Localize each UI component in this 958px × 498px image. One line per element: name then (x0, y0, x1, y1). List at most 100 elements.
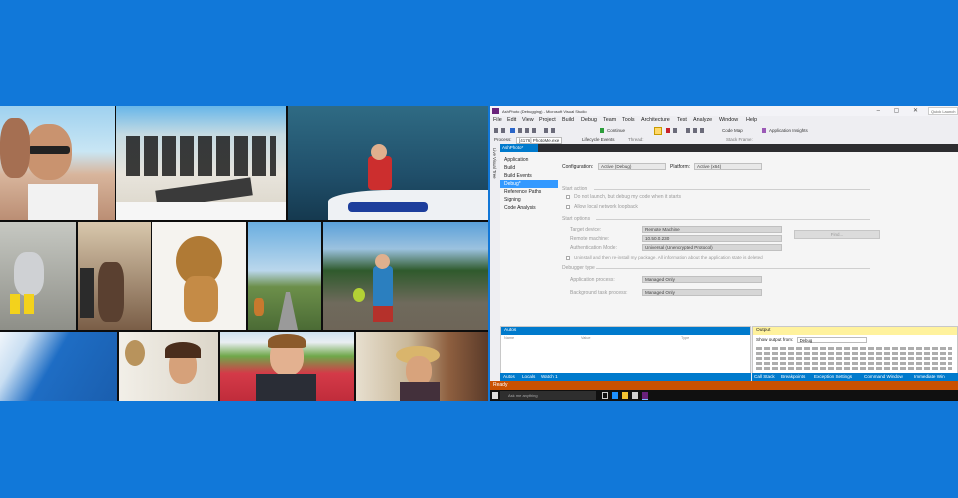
tab-call-stack[interactable]: Call Stack (754, 374, 775, 379)
allow-loopback-checkbox[interactable] (566, 205, 570, 209)
menu-project[interactable]: Project (539, 117, 556, 123)
undo-icon[interactable] (544, 128, 548, 133)
continue-button[interactable]: Continue (607, 128, 625, 133)
document-tab-strip: AshPhoto* (490, 144, 958, 152)
target-device-dropdown[interactable]: Remote Machine (642, 226, 782, 233)
code-map-button[interactable]: Code Map (722, 128, 743, 133)
step-into-icon[interactable] (686, 128, 690, 133)
back-icon[interactable] (494, 128, 498, 133)
auth-mode-dropdown[interactable]: Universal (Unencrypted Protocol) (642, 244, 782, 251)
open-icon[interactable] (518, 128, 522, 133)
photo-woman-hat-wall[interactable] (119, 332, 218, 401)
configuration-dropdown[interactable]: Active (Debug) (598, 163, 666, 170)
nav-signing[interactable]: Signing (500, 196, 558, 204)
nav-code-analysis[interactable]: Code Analysis (500, 204, 558, 212)
window-title: AshPhoto (Debugging) - Microsoft Visual … (502, 109, 587, 114)
photo-drone-road[interactable] (248, 222, 321, 330)
menu-file[interactable]: File (493, 117, 502, 123)
autos-col-value[interactable]: Value (581, 336, 590, 340)
output-line (756, 362, 952, 365)
edge-icon[interactable] (612, 392, 618, 399)
photo-team-group[interactable] (116, 106, 286, 220)
menu-architecture[interactable]: Architecture (641, 117, 670, 123)
restart-icon[interactable] (673, 128, 677, 133)
tab-breakpoints[interactable]: Breakpoints (781, 374, 805, 379)
autos-header[interactable]: Autos (501, 327, 750, 335)
continue-icon[interactable] (600, 128, 604, 133)
menu-build[interactable]: Build (562, 117, 574, 123)
show-output-dropdown[interactable]: Debug (796, 337, 867, 343)
standard-toolbar: Continue Code Map Application Insights (490, 126, 958, 136)
tab-command-window[interactable]: Command Window (864, 374, 903, 379)
tab-immediate-window[interactable]: Immediate Win (914, 374, 945, 379)
photo-boy-rocks[interactable] (323, 222, 488, 330)
tab-autos[interactable]: Autos (503, 374, 515, 379)
do-not-launch-checkbox[interactable] (566, 195, 570, 199)
save-icon[interactable] (525, 128, 529, 133)
photo-woman-sunhat-market[interactable] (356, 332, 488, 401)
uninstall-checkbox[interactable] (566, 256, 570, 260)
new-project-icon[interactable] (510, 128, 515, 133)
photo-dog-lion-mane[interactable] (152, 222, 246, 330)
save-all-icon[interactable] (532, 128, 536, 133)
process-dropdown[interactable]: [4176] PhotoMe.exe (516, 137, 563, 144)
tab-ashphoto[interactable]: AshPhoto* (500, 144, 538, 152)
menu-team[interactable]: Team (603, 117, 616, 123)
nav-build[interactable]: Build (500, 164, 558, 172)
task-view-icon[interactable] (602, 392, 608, 399)
step-over-icon[interactable] (693, 128, 697, 133)
start-action-heading: Start action (562, 186, 588, 192)
taskbar-search-box[interactable]: Ask me anything (500, 391, 596, 400)
store-icon[interactable] (632, 392, 638, 399)
nav-debug[interactable]: Debug* (500, 180, 558, 188)
platform-dropdown[interactable]: Active (x64) (694, 163, 762, 170)
photo-toddler-rain-boots[interactable] (0, 222, 76, 330)
pause-icon[interactable] (654, 127, 662, 135)
menu-help[interactable]: Help (746, 117, 757, 123)
photo-family-kitchen[interactable] (78, 222, 151, 330)
app-insights-icon[interactable] (762, 128, 766, 133)
stop-icon[interactable] (666, 128, 670, 133)
remote-machine-input[interactable]: 10.50.0.230 (642, 235, 782, 242)
menu-tools[interactable]: Tools (622, 117, 635, 123)
menu-test[interactable]: Test (677, 117, 687, 123)
photo-couple-selfie[interactable] (0, 106, 115, 220)
live-visual-tree-strip[interactable]: Live Visual Tree (490, 144, 500, 326)
menu-window[interactable]: Window (719, 117, 738, 123)
window-controls[interactable]: – ▢ ✕ (877, 107, 924, 114)
find-button[interactable]: Find... (794, 230, 880, 239)
nav-application[interactable]: Application (500, 156, 558, 164)
tab-locals[interactable]: Locals (522, 374, 535, 379)
menu-analyze[interactable]: Analyze (693, 117, 712, 123)
step-out-icon[interactable] (700, 128, 704, 133)
app-process-dropdown[interactable]: Managed Only (642, 276, 762, 283)
photo-boy-tulips[interactable] (220, 332, 354, 401)
nav-build-events[interactable]: Build Events (500, 172, 558, 180)
menu-edit[interactable]: Edit (507, 117, 516, 123)
bg-task-dropdown[interactable]: Managed Only (642, 289, 762, 296)
photo-sky-plane[interactable] (0, 332, 117, 401)
menu-view[interactable]: View (522, 117, 534, 123)
app-process-label: Application process: (570, 277, 615, 283)
visual-studio-taskbar-icon[interactable] (642, 392, 648, 400)
menu-debug[interactable]: Debug (581, 117, 597, 123)
file-explorer-icon[interactable] (622, 392, 628, 399)
tool-window-tabs: Call Stack Breakpoints Exception Setting… (752, 373, 958, 381)
photo-boy-on-boat[interactable] (288, 106, 488, 220)
lifecycle-events-button[interactable]: Lifecycle Events (582, 137, 615, 142)
autos-col-name[interactable]: Name (504, 336, 514, 340)
forward-icon[interactable] (501, 128, 505, 133)
thread-label: Thread: (628, 137, 644, 142)
redo-icon[interactable] (551, 128, 555, 133)
tab-exception-settings[interactable]: Exception Settings (814, 374, 852, 379)
app-insights-button[interactable]: Application Insights (769, 128, 808, 133)
output-header[interactable]: Output (753, 327, 957, 335)
quick-launch-input[interactable]: Quick Launch (928, 107, 958, 115)
autos-col-type[interactable]: Type (681, 336, 689, 340)
tab-watch-1[interactable]: Watch 1 (541, 374, 558, 379)
visual-studio-window: AshPhoto (Debugging) - Microsoft Visual … (490, 106, 958, 401)
allow-loopback-label: Allow local network loopback (574, 204, 638, 210)
debug-properties: Configuration: Active (Debug) Platform: … (560, 152, 958, 326)
windows-start-icon[interactable] (492, 392, 498, 399)
nav-reference-paths[interactable]: Reference Paths (500, 188, 558, 196)
